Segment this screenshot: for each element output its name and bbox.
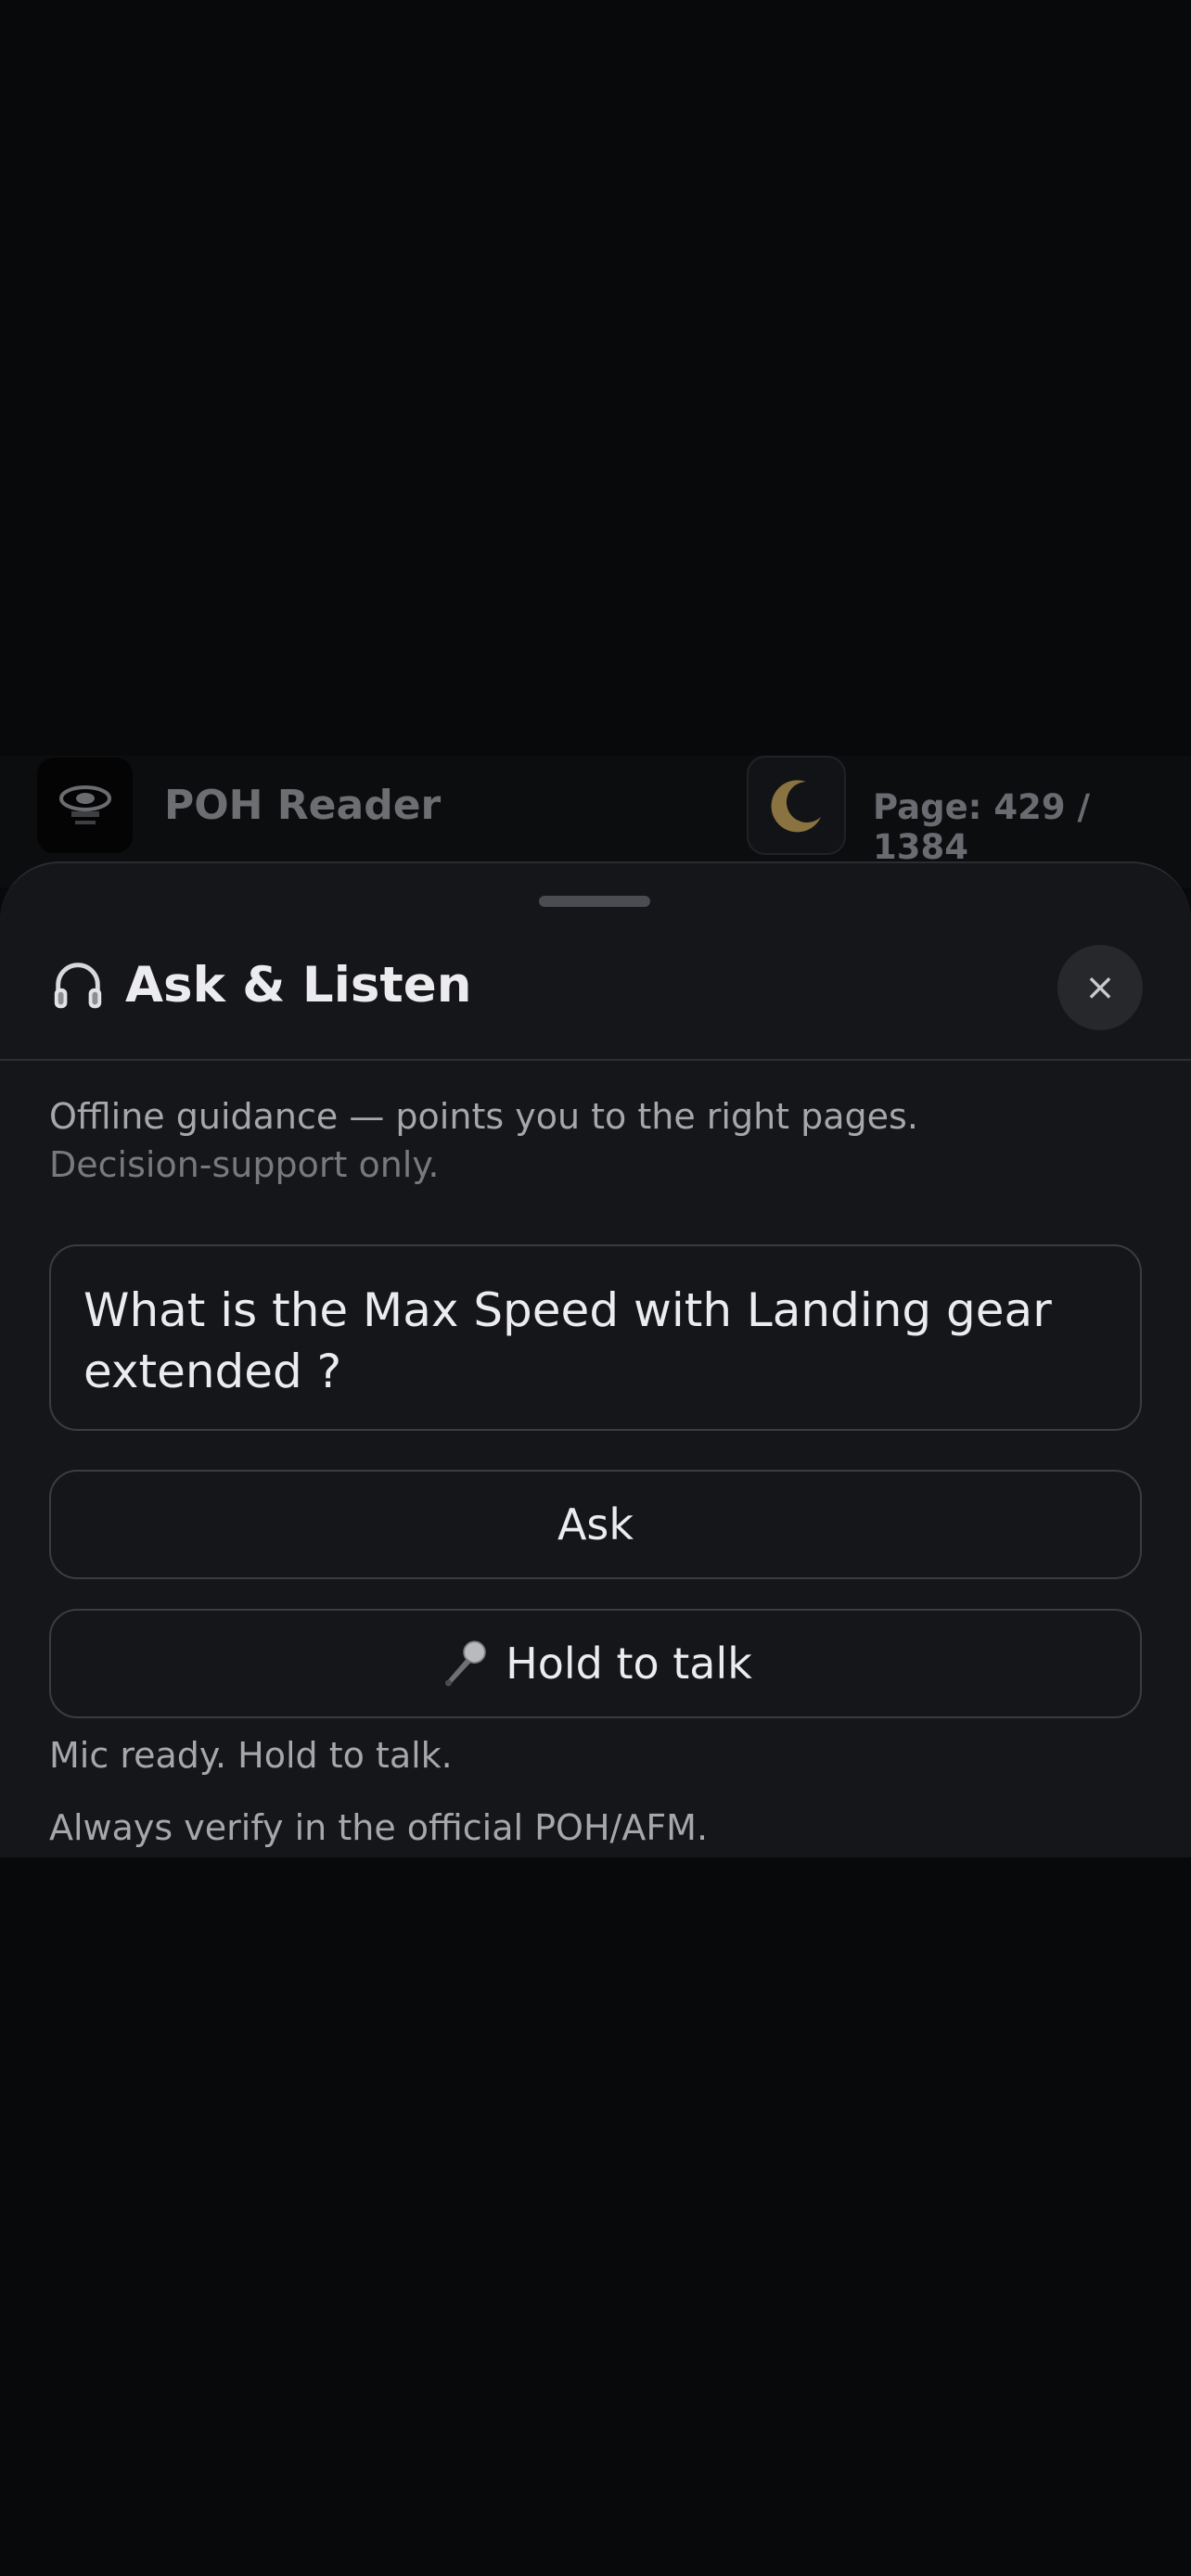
sheet-grabber[interactable] xyxy=(539,896,650,907)
app-title: POH Reader xyxy=(164,782,442,829)
theme-toggle-button[interactable] xyxy=(747,756,846,855)
intro-text: Offline guidance — points you to the rig… xyxy=(49,1092,1144,1189)
ask-button[interactable]: Ask xyxy=(49,1470,1142,1579)
microphone-icon xyxy=(445,1640,486,1687)
intro-subline: Decision-support only. xyxy=(49,1144,440,1185)
mic-status: Mic ready. Hold to talk. xyxy=(49,1735,453,1776)
question-input[interactable]: What is the Max Speed with Landing gear … xyxy=(49,1244,1142,1431)
sheet-header: Ask & Listen xyxy=(49,956,471,1014)
ask-button-label: Ask xyxy=(557,1499,634,1549)
intro-line: Offline guidance — points you to the rig… xyxy=(49,1096,918,1137)
header-divider xyxy=(0,1059,1191,1061)
hold-to-talk-label: Hold to talk xyxy=(506,1639,752,1689)
disclaimer: Always verify in the official POH/AFM. xyxy=(49,1807,709,1848)
hold-to-talk-button[interactable]: Hold to talk xyxy=(49,1609,1142,1718)
ask-listen-sheet: Ask & Listen × Offline guidance — points… xyxy=(0,861,1191,1857)
headphones-icon xyxy=(54,963,102,1009)
moon-icon xyxy=(771,779,821,832)
screen: POH Reader Page: 429 / 1384 Ask & Listen… xyxy=(0,0,1191,2576)
close-button[interactable]: × xyxy=(1057,945,1143,1030)
sheet-title: Ask & Listen xyxy=(125,956,472,1014)
page-indicator: Page: 429 / 1384 xyxy=(873,787,1090,867)
close-icon: × xyxy=(1084,966,1116,1009)
aircraft-logo-icon[interactable] xyxy=(37,758,133,853)
